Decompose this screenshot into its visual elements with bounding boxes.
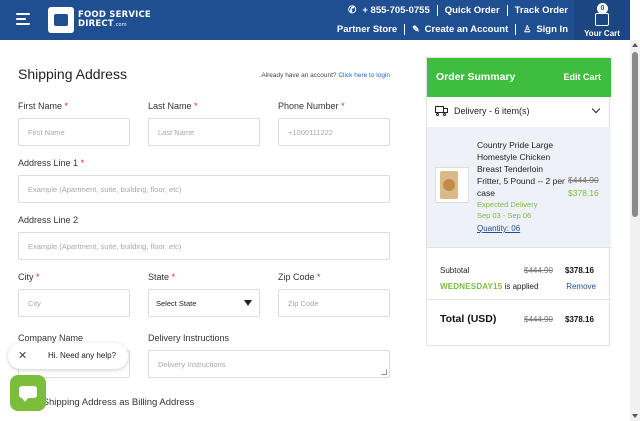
order-summary-header: Order Summary Edit Cart bbox=[427, 58, 611, 97]
delivery-label: Delivery - 6 item(s) bbox=[454, 106, 530, 116]
quantity-link[interactable]: Quantity: 06 bbox=[477, 224, 520, 233]
last-name-input[interactable]: Last Name bbox=[148, 118, 260, 146]
partner-store-link[interactable]: Partner Store bbox=[337, 24, 397, 35]
scroll-up-arrow-icon[interactable] bbox=[632, 43, 638, 47]
state-select[interactable]: Select State bbox=[148, 289, 260, 317]
item-original-price: $444.90 bbox=[568, 175, 599, 185]
chat-icon bbox=[19, 386, 37, 402]
phone-label: Phone Number * bbox=[278, 101, 345, 111]
cart-icon bbox=[595, 13, 609, 26]
close-icon[interactable]: ✕ bbox=[18, 349, 27, 362]
scroll-thumb[interactable] bbox=[632, 52, 638, 217]
address2-input[interactable]: Example (Apartment, suite, building, flo… bbox=[18, 232, 390, 260]
phone-icon: ✆ bbox=[347, 5, 357, 16]
product-name[interactable]: Country Pride Large Homestyle Chicken Br… bbox=[477, 139, 569, 199]
address1-input[interactable]: Example (Apartment, suite, building, flo… bbox=[18, 175, 390, 203]
instructions-label: Delivery Instructions bbox=[148, 333, 230, 343]
remove-coupon-link[interactable]: Remove bbox=[566, 282, 596, 291]
subtotal-value: $378.16 bbox=[565, 266, 594, 275]
billing-same-checkbox-label[interactable]: se Shipping Address as Billing Address bbox=[30, 397, 194, 408]
chat-greeting-text: Hi. Need any help? bbox=[48, 351, 117, 360]
dropdown-arrow-icon bbox=[244, 300, 252, 306]
divider bbox=[427, 247, 611, 248]
truck-icon bbox=[435, 106, 449, 116]
total-original: $444.90 bbox=[524, 315, 553, 324]
state-label: State * bbox=[148, 272, 176, 282]
item-discounted-price: $378.16 bbox=[568, 188, 599, 198]
site-logo[interactable]: FOOD SERVICE DIRECT.com bbox=[48, 6, 151, 34]
zip-label: Zip Code * bbox=[278, 272, 321, 282]
coupon-applied: WEDNESDAY15 is applied bbox=[440, 282, 539, 291]
phone-link[interactable]: + 855-705-0755 bbox=[362, 5, 429, 16]
resize-handle-icon[interactable] bbox=[381, 369, 387, 375]
logo-line2: DIRECT bbox=[78, 18, 114, 29]
quick-order-link[interactable]: Quick Order bbox=[445, 5, 500, 16]
chevron-down-icon[interactable] bbox=[591, 104, 601, 114]
coupon-code: WEDNESDAY15 bbox=[440, 282, 503, 291]
login-prompt: Already have an account? Click here to l… bbox=[261, 72, 390, 79]
phone-input[interactable]: +1000111222 bbox=[278, 118, 390, 146]
total-label: Total (USD) bbox=[440, 313, 497, 325]
order-summary-title: Order Summary bbox=[436, 71, 516, 83]
account-prompt-text: Already have an account? bbox=[261, 72, 337, 79]
logo-icon bbox=[48, 7, 74, 33]
state-select-value: Select State bbox=[156, 298, 197, 308]
chat-launcher-button[interactable] bbox=[10, 375, 46, 411]
cart-label: Your Cart bbox=[584, 29, 620, 38]
address1-label: Address Line 1 * bbox=[18, 158, 85, 168]
first-name-label: First Name * bbox=[18, 101, 69, 111]
instructions-textarea[interactable]: Delivery Instructions bbox=[148, 350, 390, 378]
edit-cart-link[interactable]: Edit Cart bbox=[563, 72, 601, 82]
edit-icon: ✎ bbox=[412, 24, 420, 34]
total-value: $378.16 bbox=[565, 315, 594, 324]
scroll-down-arrow-icon[interactable] bbox=[632, 414, 638, 418]
subtotal-label: Subtotal bbox=[440, 266, 470, 275]
divider bbox=[427, 299, 611, 300]
zip-input[interactable]: Zip Code bbox=[278, 289, 390, 317]
delivery-toggle[interactable]: Delivery - 6 item(s) bbox=[427, 97, 611, 127]
subtotal-original: $444.90 bbox=[524, 266, 553, 275]
order-summary-panel: Order Summary Edit Cart Delivery - 6 ite… bbox=[426, 57, 611, 346]
cart-button[interactable]: 0 Your Cart bbox=[574, 0, 630, 40]
city-label: City * bbox=[18, 272, 40, 282]
page-title: Shipping Address bbox=[18, 66, 127, 82]
menu-icon[interactable] bbox=[16, 13, 30, 25]
top-links: ✆ + 855-705-0755 Quick Order Track Order bbox=[348, 5, 568, 16]
expected-delivery: Expected Delivery Sep 03 - Sep 06 bbox=[477, 200, 538, 220]
last-name-label: Last Name * bbox=[148, 101, 198, 111]
login-link[interactable]: Click here to login bbox=[338, 72, 390, 79]
city-input[interactable]: City bbox=[18, 289, 130, 317]
cart-item: Country Pride Large Homestyle Chicken Br… bbox=[427, 127, 611, 247]
chat-greeting-bubble[interactable]: ✕ Hi. Need any help? bbox=[8, 343, 128, 369]
sign-in-link[interactable]: Sign In bbox=[536, 24, 568, 35]
track-order-link[interactable]: Track Order bbox=[515, 5, 568, 16]
user-icon: ♙ bbox=[523, 24, 532, 34]
site-header: FOOD SERVICE DIRECT.com ✆ + 855-705-0755… bbox=[0, 0, 630, 40]
address2-label: Address Line 2 bbox=[18, 215, 79, 225]
create-account-link[interactable]: Create an Account bbox=[425, 24, 509, 35]
page-scrollbar[interactable] bbox=[630, 40, 640, 421]
logo-suffix: .com bbox=[113, 21, 127, 28]
first-name-input[interactable]: First Name bbox=[18, 118, 130, 146]
company-label: Company Name bbox=[18, 333, 84, 343]
product-image[interactable] bbox=[435, 167, 469, 203]
account-links: Partner Store ✎ Create an Account ♙ Sign… bbox=[337, 24, 568, 35]
